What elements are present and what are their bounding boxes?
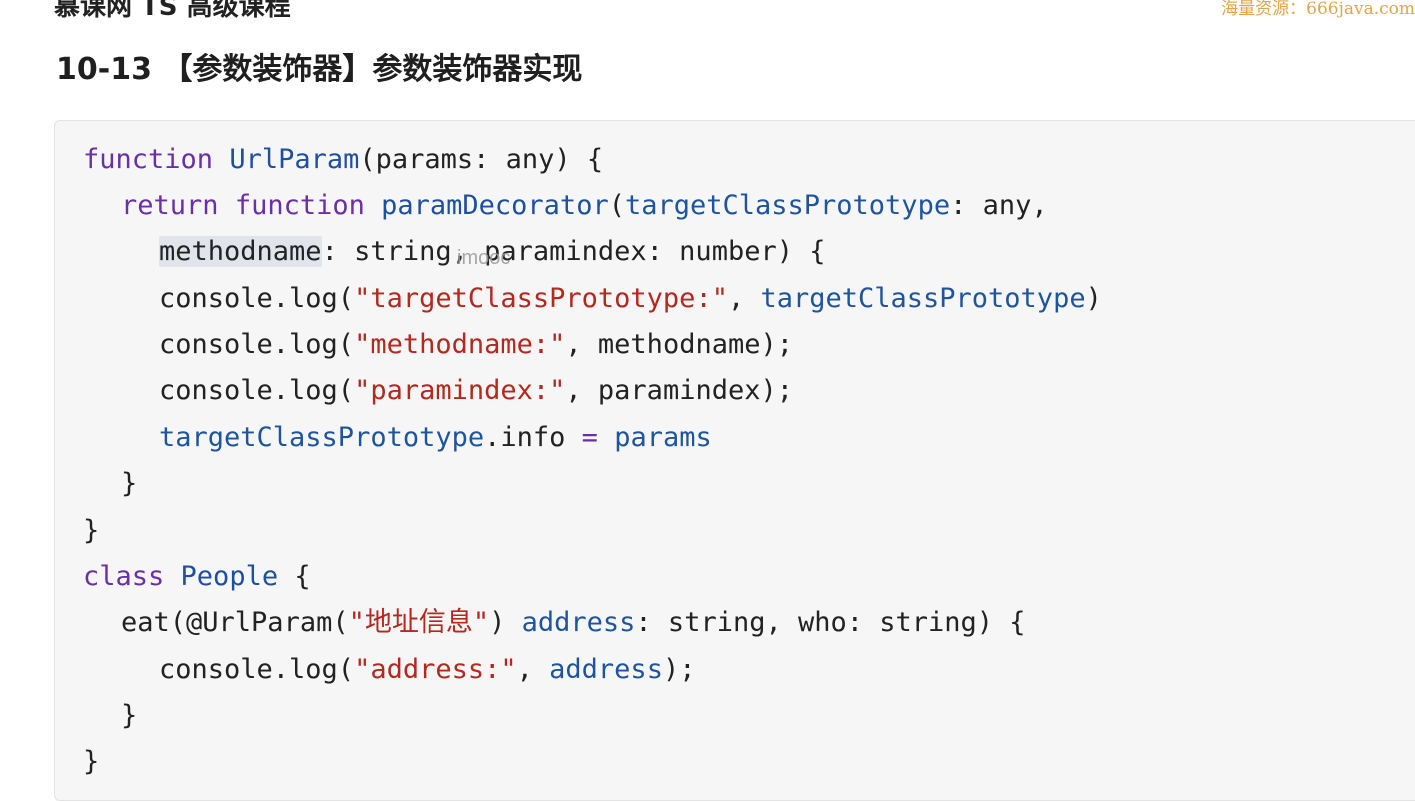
code-line-1: function UrlParam(params: any) { [83,144,604,175]
code-line-5: console.log("methodname:", methodname); [159,329,793,360]
code-line-14: } [83,746,100,777]
code-line-10: class People { [83,561,311,592]
code-line-13: } [121,700,138,731]
site-watermark: 海量资源：666java.com [1221,0,1415,19]
code-line-4: console.log("targetClassPrototype:", tar… [159,283,1102,314]
section-title: 10-13 【参数装饰器】参数装饰器实现 [56,52,583,87]
code-line-7: targetClassPrototype.info = params [159,422,712,453]
code-line-6: console.log("paramindex:", paramindex); [159,375,793,406]
code-block[interactable]: function UrlParam(params: any) { return … [54,120,1415,801]
code-line-11: eat(@UrlParam("地址信息") address: string, w… [121,607,1026,638]
selected-text-methodname: methodname [159,236,322,267]
code-line-8: } [121,468,138,499]
imooc-watermark: imooc [457,247,511,269]
code-line-12: console.log("address:", address); [159,654,696,685]
code-line-9: } [83,515,100,546]
code-line-2: return function paramDecorator(targetCla… [121,190,1048,221]
partial-course-title: 慕课网 TS 高级课程 [54,0,291,22]
